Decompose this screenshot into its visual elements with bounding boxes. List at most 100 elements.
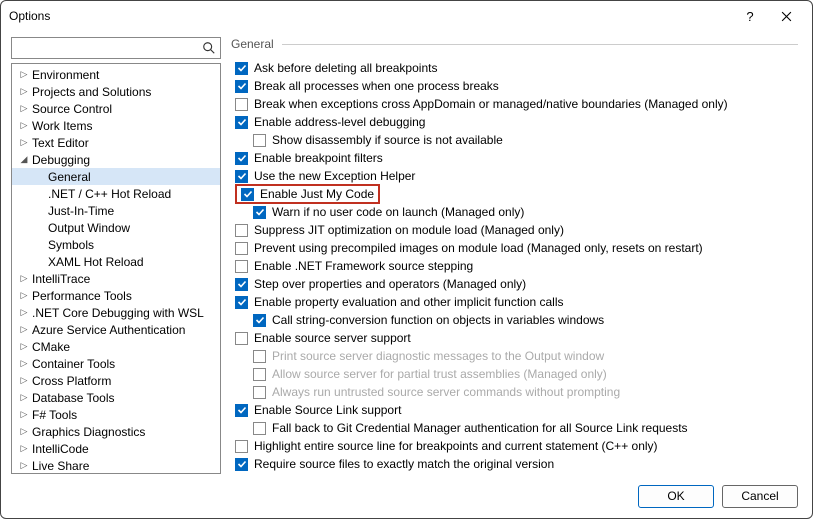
tree-item-label: Work Items [32, 119, 92, 133]
tree-item[interactable]: Output Window [12, 219, 220, 236]
search-input[interactable] [11, 37, 221, 59]
tree-item[interactable]: ▷Graphics Diagnostics [12, 423, 220, 440]
tree-item[interactable]: ▷Source Control [12, 100, 220, 117]
expander-icon[interactable]: ▷ [18, 86, 30, 98]
checkbox[interactable] [235, 332, 248, 345]
option-row: Suppress JIT optimization on module load… [235, 221, 802, 239]
expander-icon[interactable]: ▷ [18, 341, 30, 353]
expander-icon[interactable]: ▷ [18, 358, 30, 370]
tree-item[interactable]: ▷IntelliTrace [12, 270, 220, 287]
tree-item[interactable]: ◢Debugging [12, 151, 220, 168]
expander-icon[interactable]: ▷ [18, 392, 30, 404]
checkbox[interactable] [253, 422, 266, 435]
checkbox[interactable] [253, 314, 266, 327]
option-label: Show disassembly if source is not availa… [272, 133, 503, 147]
tree-item[interactable]: ▷Projects and Solutions [12, 83, 220, 100]
tree-item[interactable]: XAML Hot Reload [12, 253, 220, 270]
tree-item[interactable]: ▷.NET Core Debugging with WSL [12, 304, 220, 321]
options-panel[interactable]: Ask before deleting all breakpoints Break… [231, 55, 802, 474]
tree-item[interactable]: ▷Text Editor [12, 134, 220, 151]
tree-item-label: IntelliTrace [32, 272, 90, 286]
expander-icon[interactable]: ▷ [18, 103, 30, 115]
checkbox[interactable] [235, 62, 248, 75]
tree-item-label: Projects and Solutions [32, 85, 151, 99]
tree-item[interactable]: ▷Cross Platform [12, 372, 220, 389]
tree-item[interactable]: ▷Container Tools [12, 355, 220, 372]
option-label: Call string-conversion function on objec… [272, 313, 604, 327]
titlebar: Options ? [1, 1, 812, 31]
checkbox[interactable] [235, 296, 248, 309]
checkbox[interactable] [235, 116, 248, 129]
checkbox[interactable] [241, 188, 254, 201]
checkbox[interactable] [235, 278, 248, 291]
checkbox[interactable] [235, 80, 248, 93]
tree-item-label: .NET / C++ Hot Reload [48, 187, 171, 201]
checkbox[interactable] [235, 152, 248, 165]
expander-icon[interactable]: ▷ [18, 375, 30, 387]
expander-icon[interactable]: ▷ [18, 273, 30, 285]
tree-item-label: Azure Service Authentication [32, 323, 185, 337]
ok-button[interactable]: OK [638, 485, 714, 508]
tree-item[interactable]: ▷Performance Tools [12, 287, 220, 304]
expander-icon[interactable]: ▷ [18, 307, 30, 319]
option-row: Enable address-level debugging [235, 113, 802, 131]
category-tree[interactable]: ▷Environment▷Projects and Solutions▷Sour… [11, 63, 221, 474]
close-button[interactable] [768, 4, 804, 28]
expander-icon[interactable]: ▷ [18, 426, 30, 438]
tree-item[interactable]: ▷IntelliCode [12, 440, 220, 457]
checkbox[interactable] [235, 98, 248, 111]
checkbox[interactable] [235, 404, 248, 417]
option-row: Break all processes when one process bre… [235, 77, 802, 95]
option-row: Ask before deleting all breakpoints [235, 59, 802, 77]
help-button[interactable]: ? [732, 4, 768, 28]
tree-item-label: Just-In-Time [48, 204, 114, 218]
option-label: Always run untrusted source server comma… [272, 385, 620, 399]
close-icon [781, 11, 792, 22]
cancel-button[interactable]: Cancel [722, 485, 798, 508]
option-label: Step over properties and operators (Mana… [254, 277, 526, 291]
checkbox[interactable] [235, 170, 248, 183]
tree-item[interactable]: ▷CMake [12, 338, 220, 355]
option-label: Enable address-level debugging [254, 115, 425, 129]
option-row: Allow source server for partial trust as… [235, 365, 802, 383]
checkbox[interactable] [235, 242, 248, 255]
expander-icon[interactable]: ▷ [18, 120, 30, 132]
tree-item[interactable]: Symbols [12, 236, 220, 253]
expander-icon[interactable]: ▷ [18, 290, 30, 302]
option-row: Enable source server support [235, 329, 802, 347]
option-row: Call string-conversion function on objec… [235, 311, 802, 329]
tree-item-label: Container Tools [32, 357, 115, 371]
expander-icon[interactable]: ▷ [18, 137, 30, 149]
option-label: Warn if no user code on launch (Managed … [272, 205, 524, 219]
checkbox[interactable] [235, 458, 248, 471]
expander-icon[interactable]: ◢ [18, 154, 30, 166]
checkbox[interactable] [235, 440, 248, 453]
tree-item[interactable]: Just-In-Time [12, 202, 220, 219]
checkbox[interactable] [253, 206, 266, 219]
expander-icon[interactable]: ▷ [18, 69, 30, 81]
option-label: Highlight entire source line for breakpo… [254, 439, 658, 453]
expander-icon[interactable]: ▷ [18, 443, 30, 455]
tree-item[interactable]: ▷F# Tools [12, 406, 220, 423]
tree-item[interactable]: ▷Database Tools [12, 389, 220, 406]
tree-item[interactable]: ▷Azure Service Authentication [12, 321, 220, 338]
checkbox [253, 350, 266, 363]
option-label: Print source server diagnostic messages … [272, 349, 604, 363]
expander-icon[interactable]: ▷ [18, 324, 30, 336]
option-label: Prevent using precompiled images on modu… [254, 241, 703, 255]
tree-item-label: General [48, 170, 91, 184]
option-label: Enable Source Link support [254, 403, 401, 417]
tree-item[interactable]: General [12, 168, 220, 185]
checkbox[interactable] [253, 134, 266, 147]
option-label: Ask before deleting all breakpoints [254, 61, 437, 75]
section-title: General [231, 37, 274, 51]
tree-item[interactable]: .NET / C++ Hot Reload [12, 185, 220, 202]
checkbox[interactable] [235, 224, 248, 237]
option-label: Enable breakpoint filters [254, 151, 383, 165]
checkbox[interactable] [235, 260, 248, 273]
tree-item[interactable]: ▷Live Share [12, 457, 220, 474]
expander-icon[interactable]: ▷ [18, 409, 30, 421]
tree-item[interactable]: ▷Work Items [12, 117, 220, 134]
tree-item[interactable]: ▷Environment [12, 66, 220, 83]
expander-icon[interactable]: ▷ [18, 460, 30, 472]
